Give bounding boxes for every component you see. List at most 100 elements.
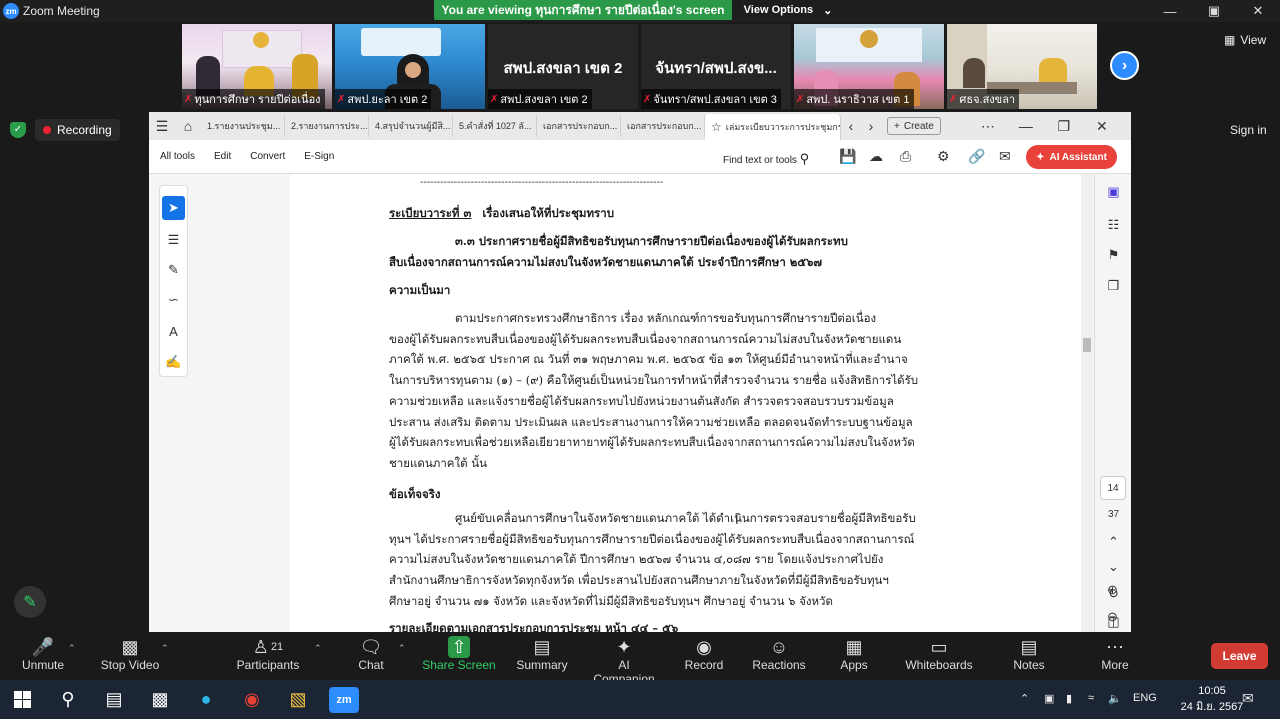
zoom-in-icon[interactable]: ⊕ [1094,582,1131,598]
find-tools[interactable]: Find text or tools ⚲ [723,151,809,167]
close-icon[interactable]: ✕ [1236,0,1280,22]
minimize-icon[interactable]: — [1013,118,1039,134]
text-box-icon[interactable]: A [160,319,187,343]
leave-button[interactable]: Leave [1211,643,1268,669]
task-view-icon[interactable]: ▤ [92,680,136,719]
home-icon[interactable]: ⌂ [175,118,201,134]
bookmark-icon[interactable]: ⚑ [1095,247,1131,263]
zoom-out-icon[interactable]: ⊖ [1094,609,1131,625]
doc-tab[interactable]: เอกสารประกอบก... [621,115,705,137]
convert-menu[interactable]: Convert [250,151,285,162]
ai-chat-icon[interactable]: ▣ [1095,184,1131,200]
chevron-down-icon[interactable]: ⌄ [1095,559,1131,575]
wifi-icon[interactable]: ≈ [1088,692,1094,704]
shield-icon[interactable]: ✓ [10,122,26,138]
minimize-icon[interactable]: — [1148,0,1192,22]
link-icon[interactable]: 🔗 [968,148,985,165]
qr-app-icon[interactable]: ▩ [138,680,182,719]
share-screen-button[interactable]: ⇧ Share Screen [422,636,496,672]
agenda-line: ระเบียบวาระที่ ๓ เรื่องเสนอให้ที่ประชุมท… [389,203,921,224]
notes-button[interactable]: ▤ Notes [1008,636,1050,672]
vertical-scrollbar[interactable] [1081,174,1093,632]
doc-tab[interactable]: 2.รายงานการประ... [285,115,369,137]
upload-cloud-icon[interactable]: ☁ [869,148,883,165]
name-tile[interactable]: สพป.สงขลา เขต 2 ✗ สพป.สงขลา เขต 2 [488,24,638,109]
tray-app-icon[interactable]: ▣ [1044,692,1054,705]
view-button[interactable]: ▦ View [1224,33,1266,47]
recording-indicator[interactable]: Recording [35,119,120,141]
edge-icon[interactable]: ● [184,680,228,719]
save-icon[interactable]: 💾 [839,148,856,165]
video-tile[interactable]: ✗ สพป. นราธิวาส เขต 1 [794,24,944,109]
record-button[interactable]: ◉ Record [682,636,726,672]
chevron-left-icon[interactable]: ‹ [841,118,861,134]
participant-name: สพป.สงขลา เขต 2 [503,60,623,77]
clock[interactable]: 10:05 24 มิ.ย. 2567 [1180,683,1244,715]
video-tile[interactable]: ✗ ศธจ.สงขลา [947,24,1097,109]
search-doc-icon[interactable]: ⚙ [937,148,950,165]
mail-icon[interactable]: ✉ [999,148,1011,165]
scroll-thumb[interactable] [1083,338,1091,352]
file-explorer-icon[interactable]: ▧ [276,680,320,719]
doc-tab[interactable]: 1.รายงานประชุม... [201,115,285,137]
video-tile[interactable]: ✗ ทุนการศึกษา รายปีต่อเนื่อง [182,24,332,109]
restore-icon[interactable]: ❐ [1051,118,1077,135]
ai-companion-button[interactable]: ✦ AI Companion [586,636,662,686]
windows-start-icon[interactable] [0,680,44,719]
unmute-button[interactable]: 🎤 Unmute [16,636,70,672]
chevron-up-icon[interactable]: ⌃ [1095,534,1131,550]
pages-icon[interactable]: ❐ [1095,278,1131,294]
battery-icon[interactable]: ▮ [1066,692,1072,705]
reactions-button[interactable]: ☺ Reactions [750,636,808,672]
print-icon[interactable]: ⎙ [900,148,911,165]
search-icon[interactable]: ⚲ [46,680,90,719]
hamburger-menu-icon[interactable]: ☰ [149,118,175,135]
doc-tab[interactable]: เอกสารประกอบก... [537,115,621,137]
next-page-button[interactable]: › [1110,51,1139,80]
chevron-up-icon[interactable]: ⌃ [398,643,406,654]
chevron-right-icon[interactable]: › [861,118,881,134]
chevron-up-icon[interactable]: ⌃ [314,643,322,654]
ai-assistant-button[interactable]: ✦ AI Assistant [1026,145,1117,169]
participants-button[interactable]: ♙ 21 Participants [236,636,300,672]
esign-menu[interactable]: E-Sign [304,151,334,162]
maximize-icon[interactable]: ▣ [1192,0,1236,22]
highlight-pen-icon[interactable]: ✎ [160,258,187,282]
name-tile[interactable]: จันทรา/สพป.สงข... ✗ จันทรา/สพป.สงขลา เขต … [641,24,791,109]
draw-icon[interactable]: ∽ [160,288,187,312]
zoom-taskbar-icon[interactable]: zm [322,680,366,719]
mic-off-icon: ✗ [949,93,958,105]
paragraph-line: ผู้ได้รับผลกระทบเพื่อช่วยเหลือเยียวยาทาย… [389,435,915,450]
doc-tab[interactable]: 4.สรุปจำนวนผู้มีสิ... [369,115,453,137]
doc-tab-active[interactable]: ☆เล่มระเบียบวาระการประชุมกรรมการ 3... [705,114,841,140]
comment-add-icon[interactable]: ☰ [160,228,187,252]
close-icon[interactable]: ✕ [1089,118,1115,135]
signin-link[interactable]: Sign in [1230,123,1267,137]
view-options-button[interactable]: View Options ⌄ [732,0,844,20]
page-number-field[interactable]: 14 [1100,476,1126,500]
speaker-icon[interactable]: 🔈 [1108,692,1122,705]
chrome-icon[interactable]: ◉ [230,680,274,719]
signature-icon[interactable]: ✍ [160,350,187,374]
edit-menu[interactable]: Edit [214,151,231,162]
create-button[interactable]: + Create [887,117,941,135]
stop-video-button[interactable]: ▩ Stop Video [98,636,162,672]
chevron-up-icon[interactable]: ⌃ [161,643,169,654]
notification-icon[interactable]: ✉ [1242,690,1254,707]
more-options-icon[interactable]: ⋯ [975,118,1001,135]
whiteboards-button[interactable]: ▭ Whiteboards [902,636,976,672]
more-button[interactable]: ⋯ More [1096,636,1134,672]
select-cursor-icon[interactable]: ➤ [162,196,185,220]
annotate-pencil-icon[interactable]: ✎ [14,586,46,618]
chevron-up-icon[interactable]: ⌃ [1020,692,1029,705]
chat-button[interactable]: 🗨 Chat [350,636,392,672]
video-tile[interactable]: ✗ สพป.ยะลา เขต 2 [335,24,485,109]
apps-button[interactable]: ▦ Apps [836,636,872,672]
comments-icon[interactable]: ☷ [1095,217,1131,233]
chevron-up-icon[interactable]: ⌃ [68,643,76,654]
summary-button[interactable]: ▤ Summary [514,636,570,672]
doc-tab[interactable]: 5.คำสั่งที่ 1027 ลั... [453,115,537,137]
all-tools-menu[interactable]: All tools [160,151,195,162]
shared-acrobat-window: ☰ ⌂ 1.รายงานประชุม... 2.รายงานการประ... … [149,112,1131,632]
language-indicator[interactable]: ENG [1133,692,1157,704]
